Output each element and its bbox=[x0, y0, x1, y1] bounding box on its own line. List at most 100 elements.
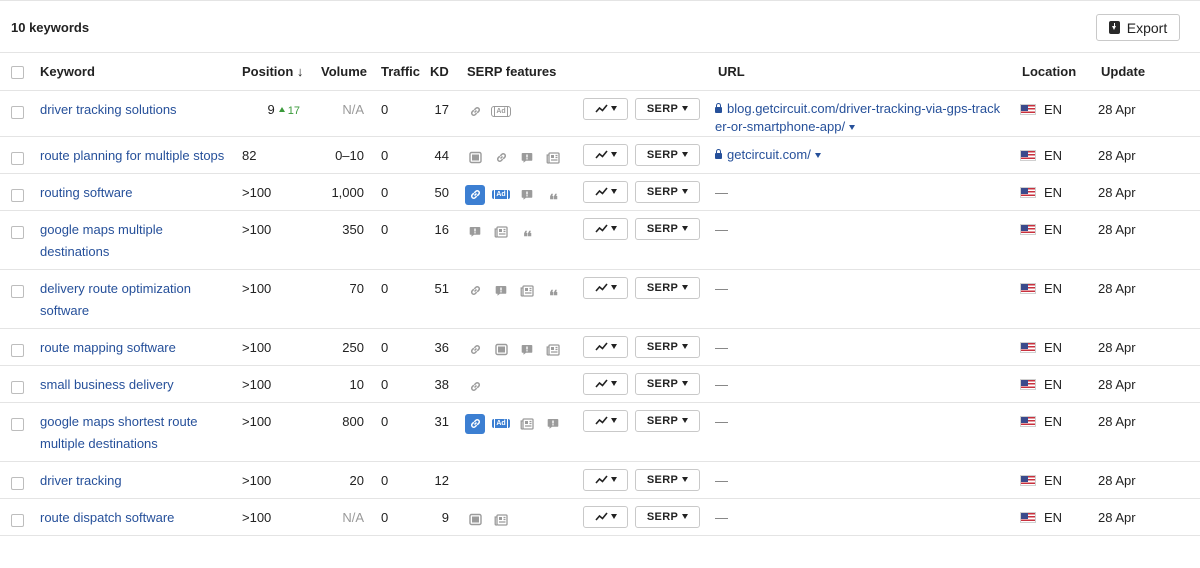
keyword-link[interactable]: google maps shortest route multiple dest… bbox=[40, 403, 242, 461]
serp-button[interactable]: SERP bbox=[635, 409, 700, 432]
col-position[interactable]: Position ↓ bbox=[242, 53, 310, 91]
faq-icon[interactable] bbox=[543, 414, 563, 434]
news-icon[interactable] bbox=[543, 340, 563, 360]
serp-button[interactable]: SERP bbox=[635, 180, 700, 203]
trend-chart-button[interactable] bbox=[583, 180, 628, 203]
news-icon[interactable] bbox=[517, 414, 537, 434]
serp-button[interactable]: SERP bbox=[635, 143, 700, 166]
keyword-link[interactable]: google maps multiple destinations bbox=[40, 211, 242, 269]
faq-icon[interactable] bbox=[491, 281, 511, 301]
row-checkbox[interactable] bbox=[11, 380, 24, 394]
row-checkbox[interactable] bbox=[11, 513, 24, 527]
serp-button[interactable]: SERP bbox=[635, 505, 700, 528]
col-traffic-label: Traffic bbox=[381, 63, 421, 79]
serp-features-cell bbox=[465, 328, 583, 366]
quote-icon[interactable]: ❛❛ bbox=[517, 222, 537, 244]
link-icon[interactable] bbox=[491, 148, 511, 168]
keyword-cell: route planning for multiple stops bbox=[40, 136, 242, 174]
row-checkbox[interactable] bbox=[11, 151, 24, 165]
trend-chart-button[interactable] bbox=[583, 97, 628, 120]
col-traffic[interactable]: Traffic bbox=[377, 53, 425, 91]
location-cell: EN bbox=[1020, 498, 1099, 536]
traffic-cell: 0 bbox=[377, 90, 425, 137]
select-all-checkbox[interactable] bbox=[11, 65, 24, 79]
trend-chart-button[interactable] bbox=[583, 409, 628, 432]
table-row: small business delivery >100 10 0 38 SERP — EN 2… bbox=[0, 365, 1200, 403]
trend-chart-button[interactable] bbox=[583, 143, 628, 166]
row-checkbox[interactable] bbox=[11, 417, 24, 431]
col-keyword[interactable]: Keyword bbox=[40, 53, 242, 91]
image-icon[interactable] bbox=[491, 340, 511, 360]
link-icon[interactable] bbox=[465, 102, 485, 122]
quote-icon[interactable]: ❛❛ bbox=[543, 281, 563, 303]
news-icon[interactable] bbox=[491, 510, 511, 530]
keyword-link[interactable]: routing software bbox=[40, 174, 242, 210]
ad-icon[interactable]: Ad bbox=[491, 106, 511, 117]
col-volume[interactable]: Volume bbox=[310, 53, 377, 91]
news-icon[interactable] bbox=[517, 281, 537, 301]
link-icon[interactable] bbox=[465, 340, 485, 360]
keyword-link[interactable]: route mapping software bbox=[40, 329, 242, 365]
serp-features-list: Ad bbox=[465, 91, 583, 122]
chevron-down-icon[interactable] bbox=[849, 124, 856, 130]
table-row: driver tracking >100 20 0 12 SERP — EN 28 Apr bbox=[0, 461, 1200, 499]
kd-cell: 16 bbox=[425, 210, 465, 270]
col-location[interactable]: Location bbox=[1020, 53, 1099, 91]
faq-icon[interactable] bbox=[517, 340, 537, 360]
col-update[interactable]: Update bbox=[1098, 53, 1200, 91]
ad-icon[interactable]: Ad bbox=[491, 189, 511, 200]
volume-value: N/A bbox=[342, 101, 364, 117]
faq-icon[interactable] bbox=[517, 185, 537, 205]
col-serp-features[interactable]: SERP features bbox=[465, 53, 716, 91]
export-button[interactable]: Export bbox=[1096, 14, 1180, 41]
trend-chart-button[interactable] bbox=[583, 372, 628, 395]
link-icon[interactable] bbox=[465, 377, 485, 397]
col-url[interactable]: URL bbox=[715, 53, 1021, 91]
keyword-link[interactable]: route dispatch software bbox=[40, 499, 242, 535]
serp-features-cell: Ad ❛❛ bbox=[465, 173, 583, 211]
image-icon[interactable] bbox=[465, 510, 485, 530]
keyword-link[interactable]: route planning for multiple stops bbox=[40, 137, 242, 173]
faq-icon[interactable] bbox=[465, 222, 485, 242]
row-checkbox[interactable] bbox=[11, 225, 24, 239]
serp-button[interactable]: SERP bbox=[635, 276, 700, 299]
faq-icon[interactable] bbox=[517, 148, 537, 168]
serp-button[interactable]: SERP bbox=[635, 97, 700, 120]
link-icon[interactable] bbox=[465, 413, 485, 434]
ad-icon[interactable]: Ad bbox=[491, 418, 511, 429]
row-actions: SERP bbox=[583, 329, 715, 358]
row-checkbox[interactable] bbox=[11, 476, 24, 490]
row-checkbox[interactable] bbox=[11, 105, 24, 119]
keyword-link[interactable]: small business delivery bbox=[40, 366, 242, 402]
kd-cell: 17 bbox=[425, 90, 465, 137]
serp-button[interactable]: SERP bbox=[635, 217, 700, 240]
serp-button[interactable]: SERP bbox=[635, 335, 700, 358]
url-link[interactable]: getcircuit.com/ bbox=[715, 137, 1020, 164]
chevron-down-icon[interactable] bbox=[814, 152, 821, 158]
url-link[interactable]: blog.getcircuit.com/driver-tracking-via-… bbox=[715, 91, 1020, 136]
trend-chart-button[interactable] bbox=[583, 335, 628, 358]
position-value: >100 bbox=[242, 472, 272, 488]
keyword-link[interactable]: delivery route optimization software bbox=[40, 270, 242, 328]
row-checkbox[interactable] bbox=[11, 284, 24, 298]
trend-chart-button[interactable] bbox=[583, 505, 628, 528]
keyword-link[interactable]: driver tracking solutions bbox=[40, 91, 242, 127]
row-checkbox[interactable] bbox=[11, 343, 24, 357]
serp-button[interactable]: SERP bbox=[635, 372, 700, 395]
quote-icon[interactable]: ❛❛ bbox=[543, 185, 563, 207]
image-icon[interactable] bbox=[465, 148, 485, 168]
trend-chart-button[interactable] bbox=[583, 217, 628, 240]
trend-line-icon bbox=[594, 104, 608, 113]
kd-cell: 51 bbox=[425, 269, 465, 329]
news-icon[interactable] bbox=[491, 222, 511, 242]
link-icon[interactable] bbox=[465, 184, 485, 205]
trend-chart-button[interactable] bbox=[583, 468, 628, 491]
serp-button[interactable]: SERP bbox=[635, 468, 700, 491]
row-checkbox[interactable] bbox=[11, 188, 24, 202]
news-icon[interactable] bbox=[543, 148, 563, 168]
us-flag-icon bbox=[1020, 379, 1037, 390]
trend-chart-button[interactable] bbox=[583, 276, 628, 299]
keyword-link[interactable]: driver tracking bbox=[40, 462, 242, 498]
col-kd[interactable]: KD bbox=[425, 53, 465, 91]
link-icon[interactable] bbox=[465, 281, 485, 301]
